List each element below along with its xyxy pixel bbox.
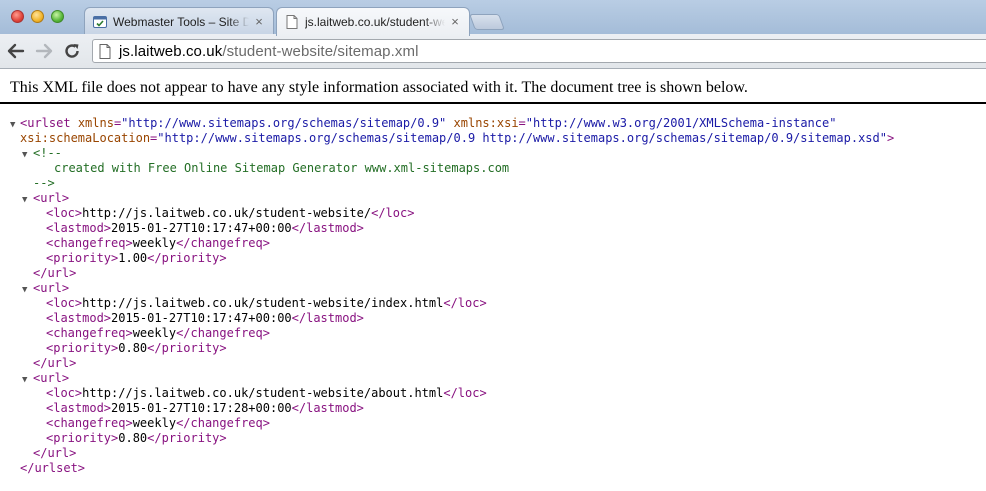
collapse-triangle-icon[interactable]: ▼ (10, 118, 15, 133)
attr-name: xsi:schemaLocation (20, 131, 151, 145)
xml-loc: <loc>http://js.laitweb.co.uk/student-web… (46, 206, 415, 220)
tab-close-icon[interactable]: × (449, 15, 461, 28)
xml-loc: <loc>http://js.laitweb.co.uk/student-web… (46, 296, 487, 310)
url-host: js.laitweb.co.uk (119, 42, 223, 60)
xml-priority: <priority>0.80</priority> (46, 341, 227, 355)
browser-toolbar: js.laitweb.co.uk/student-website/sitemap… (0, 34, 986, 69)
xml-url-close: </url> (33, 266, 77, 280)
collapse-triangle-icon[interactable]: ▼ (22, 283, 27, 298)
xml-lastmod: <lastmod>2015-01-27T10:17:47+00:00</last… (46, 311, 364, 325)
arrow-right-icon (35, 43, 53, 59)
attr-name: xmlns (77, 116, 114, 130)
comment-text: created with Free Online Sitemap Generat… (54, 161, 510, 175)
xml-url-close: </url> (33, 356, 77, 370)
xml-urlset-open: <urlset xmlns="http://www.sitemaps.org/s… (20, 116, 837, 130)
priority-value: 0.80 (118, 431, 148, 445)
xml-loc: <loc>http://js.laitweb.co.uk/student-web… (46, 386, 487, 400)
xml-changefreq: <changefreq>weekly</changefreq> (46, 236, 270, 250)
loc-value: http://js.laitweb.co.uk/student-website/ (82, 206, 372, 220)
tag-urlset-close: </urlset> (20, 461, 86, 475)
back-button[interactable] (6, 41, 26, 61)
xml-urlset-close: </urlset> (20, 461, 85, 476)
changefreq-value: weekly (132, 416, 177, 430)
xml-url-close: </url> (33, 446, 77, 460)
window-minimize-button[interactable] (31, 10, 44, 23)
xml-urlset-schema: xsi:schemaLocation="http://www.sitemaps.… (20, 131, 895, 145)
xml-priority: <priority>0.80</priority> (46, 431, 227, 445)
url-path: /student-website/sitemap.xml (222, 42, 419, 60)
xml-url-open: <url> (33, 281, 70, 295)
xml-changefreq: <changefreq>weekly</changefreq> (46, 416, 270, 430)
collapse-triangle-icon[interactable]: ▼ (22, 193, 27, 208)
loc-value: http://js.laitweb.co.uk/student-website/… (82, 386, 444, 400)
priority-value: 0.80 (118, 341, 148, 355)
comment-close: --> (33, 176, 55, 190)
xml-lastmod: <lastmod>2015-01-27T10:17:47+00:00</last… (46, 221, 364, 235)
window-zoom-button[interactable] (51, 10, 64, 23)
changefreq-value: weekly (132, 326, 177, 340)
lastmod-value: 2015-01-27T10:17:47+00:00 (111, 311, 292, 325)
tab-webmaster-tools[interactable]: Webmaster Tools – Site Dashboard × (84, 7, 274, 35)
page-icon (99, 43, 113, 59)
tab-close-icon[interactable]: × (253, 15, 265, 28)
tab-title: Webmaster Tools – Site Dashboard (113, 14, 249, 29)
forward-button[interactable] (34, 41, 54, 61)
xml-comment-open: <!-- (33, 146, 62, 161)
priority-value: 1.00 (118, 251, 148, 265)
comment-open: <!-- (33, 146, 62, 160)
new-tab-button[interactable] (469, 14, 505, 30)
window-titlebar: Webmaster Tools – Site Dashboard × js.la… (0, 0, 986, 36)
page-content: This XML file does not appear to have an… (0, 69, 986, 491)
xml-url-open: <url> (33, 371, 70, 385)
xml-changefreq: <changefreq>weekly</changefreq> (46, 326, 270, 340)
webmaster-tools-favicon-icon (93, 15, 107, 29)
xml-comment-close: --> (33, 176, 55, 191)
notice-divider (0, 102, 986, 104)
arrow-left-icon (7, 43, 25, 59)
address-bar[interactable]: js.laitweb.co.uk/student-website/sitemap… (92, 39, 986, 63)
attr-value: "http://www.sitemaps.org/schemas/sitemap… (121, 116, 447, 130)
lastmod-value: 2015-01-27T10:17:47+00:00 (111, 221, 292, 235)
tab-title: js.laitweb.co.uk/student-website/sitemap… (305, 15, 445, 29)
reload-button[interactable] (62, 41, 82, 61)
address-url[interactable]: js.laitweb.co.uk/student-website/sitemap… (119, 43, 419, 60)
xml-lastmod: <lastmod>2015-01-27T10:17:28+00:00</last… (46, 401, 364, 415)
xml-url-open: <url> (33, 191, 70, 205)
xml-priority: <priority>1.00</priority> (46, 251, 227, 265)
collapse-triangle-icon[interactable]: ▼ (22, 373, 27, 388)
window-close-button[interactable] (11, 10, 24, 23)
attr-value: "http://www.w3.org/2001/XMLSchema-instan… (525, 116, 837, 130)
page-icon (285, 15, 299, 29)
tag-urlset: <urlset (20, 116, 71, 130)
loc-value: http://js.laitweb.co.uk/student-website/… (82, 296, 444, 310)
collapse-triangle-icon[interactable]: ▼ (22, 148, 27, 163)
xml-style-notice: This XML file does not appear to have an… (10, 79, 748, 96)
attr-name: xmlns:xsi (453, 116, 519, 130)
attr-value: "http://www.sitemaps.org/schemas/sitemap… (157, 131, 887, 145)
xml-comment-text: created with Free Online Sitemap Generat… (54, 161, 509, 176)
reload-icon (65, 44, 79, 58)
changefreq-value: weekly (132, 236, 177, 250)
lastmod-value: 2015-01-27T10:17:28+00:00 (111, 401, 292, 415)
tab-sitemap-xml[interactable]: js.laitweb.co.uk/student-website/sitemap… (276, 7, 470, 36)
